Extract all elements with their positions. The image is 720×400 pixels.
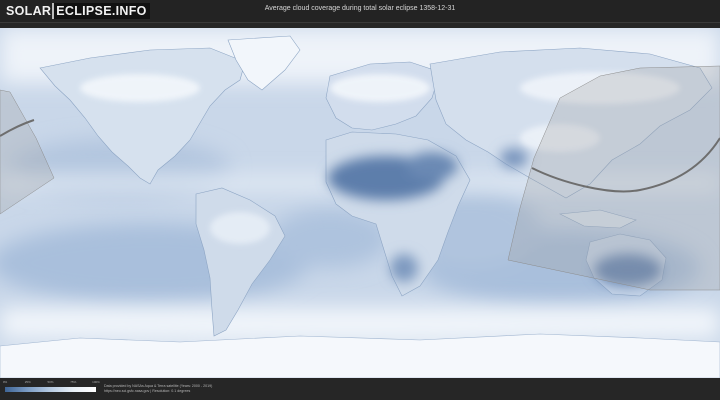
site-logo[interactable]: SOLAR ECLIPSE.INFO xyxy=(6,3,150,19)
cloud-coverage-legend-bar xyxy=(5,387,96,392)
legend-tick: 100% xyxy=(92,380,100,384)
legend-tick: 0% xyxy=(2,380,8,384)
footer-bar: 0% 25% 50% 75% 100% Data provided by NAS… xyxy=(0,378,720,400)
world-map-svg xyxy=(0,28,720,378)
cloud-coverage-map xyxy=(0,28,720,378)
legend-tick: 25% xyxy=(24,380,31,384)
header-bar: SOLAR ECLIPSE.INFO Average cloud coverag… xyxy=(0,0,720,23)
legend-tick: 50% xyxy=(47,380,54,384)
legend-tick: 75% xyxy=(70,380,77,384)
credits-line-2[interactable]: https://neo.sci.gsfc.nasa.gov | Resoluti… xyxy=(104,389,212,394)
legend-tick-labels: 0% 25% 50% 75% 100% xyxy=(2,380,100,386)
antarctica xyxy=(0,333,720,378)
page-title: Average cloud coverage during total sola… xyxy=(264,5,456,12)
data-credits: Data provided by NASAs Aqua & Terra sate… xyxy=(104,384,212,394)
logo-eclipse-info-text: ECLIPSE.INFO xyxy=(52,3,150,19)
logo-solar-text: SOLAR xyxy=(6,4,52,18)
